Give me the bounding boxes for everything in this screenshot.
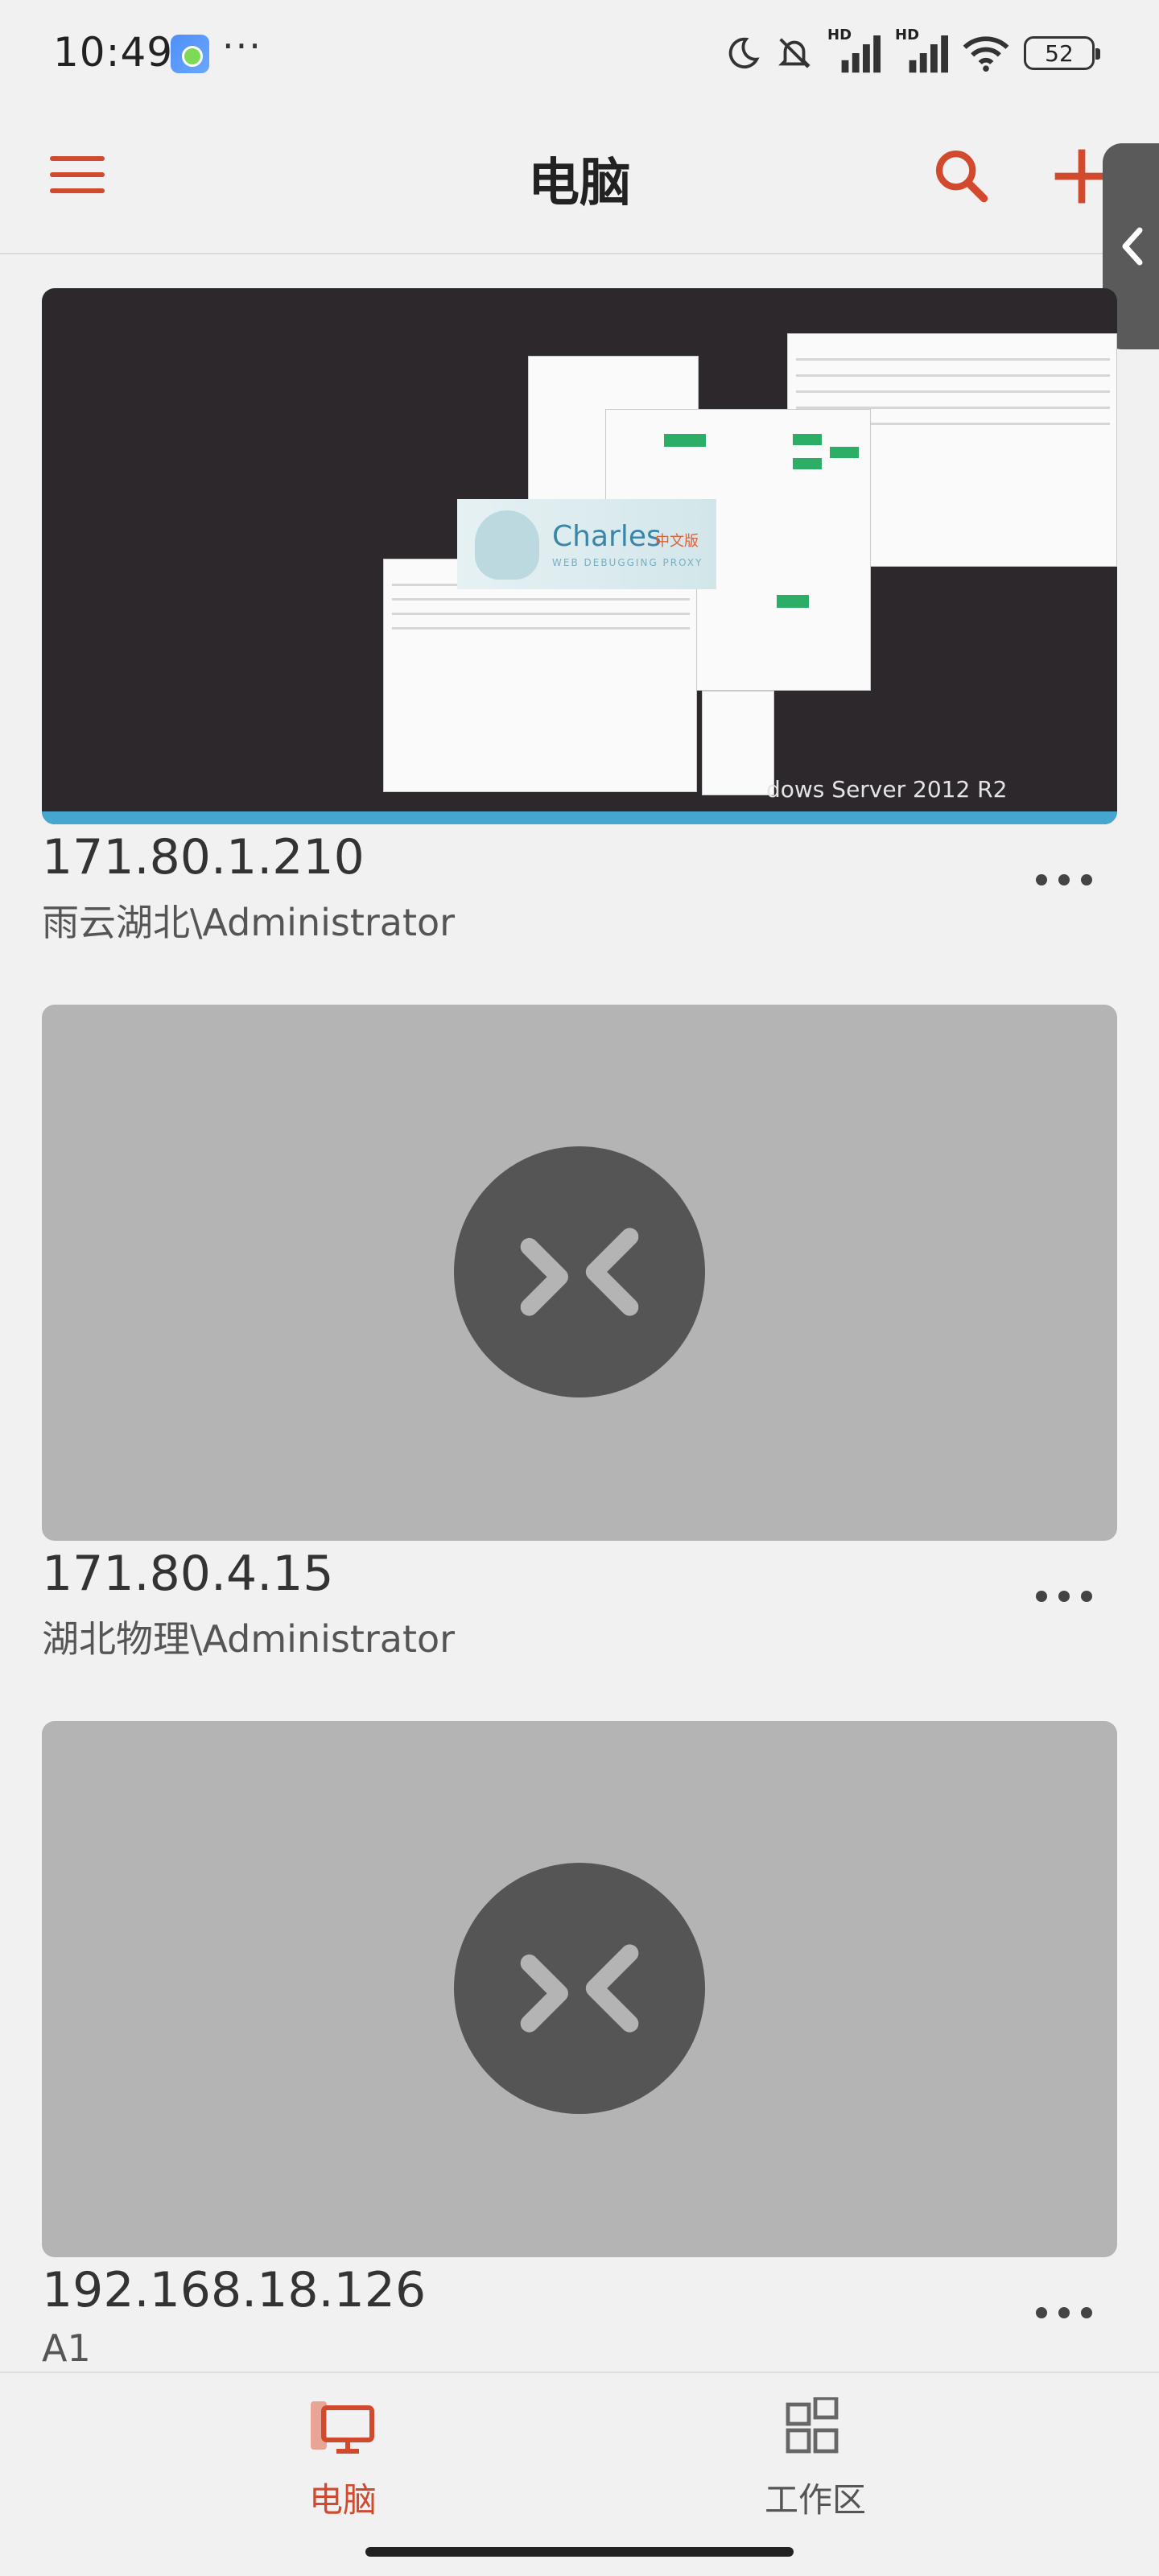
connection-more-button[interactable] [1032, 852, 1096, 908]
battery-indicator: 52 [1024, 36, 1100, 70]
connection-host: 171.80.1.210 [42, 829, 365, 886]
remote-desktop-logo-icon [454, 1863, 705, 2114]
more-horizontal-icon [1036, 2307, 1092, 2318]
tab-workspaces[interactable]: 工作区 [719, 2396, 912, 2526]
charles-badge: 中文版 [655, 533, 699, 550]
connection-user: 雨云湖北\Administrator [42, 901, 456, 944]
signal-icon-2: HD [895, 27, 948, 73]
home-indicator[interactable] [365, 2547, 794, 2557]
status-bar: 10:49 ··· HD HD 52 [0, 0, 1159, 105]
os-watermark: dows Server 2012 R2 [766, 776, 1008, 803]
app-notification-icon [171, 35, 209, 73]
app-header: 电脑 [0, 105, 1159, 254]
more-horizontal-icon [1036, 874, 1092, 886]
connection-more-button[interactable] [1032, 2285, 1096, 2341]
thumbnail-taskbar [42, 811, 1117, 824]
connection-host: 171.80.4.15 [42, 1546, 334, 1602]
tab-workspaces-label: 工作区 [764, 2480, 866, 2520]
tab-computers-label: 电脑 [308, 2480, 377, 2520]
connection-placeholder-thumbnail[interactable] [42, 1005, 1117, 1541]
status-time: 10:49 [53, 29, 174, 76]
thumbnail-window [702, 691, 774, 795]
search-icon [935, 150, 988, 203]
workspaces-icon [786, 2396, 839, 2454]
signal-hd-label: HD [827, 27, 852, 43]
muted-bell-icon [776, 35, 813, 72]
more-notifications-icon: ··· [222, 24, 262, 68]
remote-desktop-logo-icon [454, 1146, 705, 1397]
signal-icon: HD [827, 27, 881, 73]
connection-user: 湖北物理\Administrator [42, 1617, 456, 1661]
connection-more-button[interactable] [1032, 1568, 1096, 1624]
connection-placeholder-thumbnail[interactable] [42, 1721, 1117, 2257]
search-button[interactable] [930, 145, 992, 206]
connection-user: A1 [42, 2326, 91, 2370]
chevron-left-icon [1122, 227, 1143, 266]
wifi-icon [963, 34, 1009, 72]
charles-subtitle: WEB DEBUGGING PROXY [552, 557, 703, 568]
tab-computers[interactable]: 电脑 [246, 2397, 439, 2526]
bottom-navigation: 电脑 工作区 [0, 2372, 1159, 2576]
charles-title: Charles [552, 520, 662, 553]
connection-host: 192.168.18.126 [42, 2262, 427, 2318]
thumbnail-window [383, 559, 697, 792]
more-horizontal-icon [1036, 1591, 1092, 1602]
do-not-disturb-icon [724, 35, 761, 72]
charles-splash: Charles 中文版 WEB DEBUGGING PROXY [457, 499, 716, 589]
computer-icon [311, 2401, 374, 2454]
status-icons: HD HD 52 [724, 27, 1100, 76]
signal-hd-label-2: HD [895, 27, 920, 43]
charles-logo-icon [475, 510, 539, 580]
remote-desktop-thumbnail[interactable]: Charles 中文版 WEB DEBUGGING PROXY dows Ser… [42, 288, 1117, 824]
